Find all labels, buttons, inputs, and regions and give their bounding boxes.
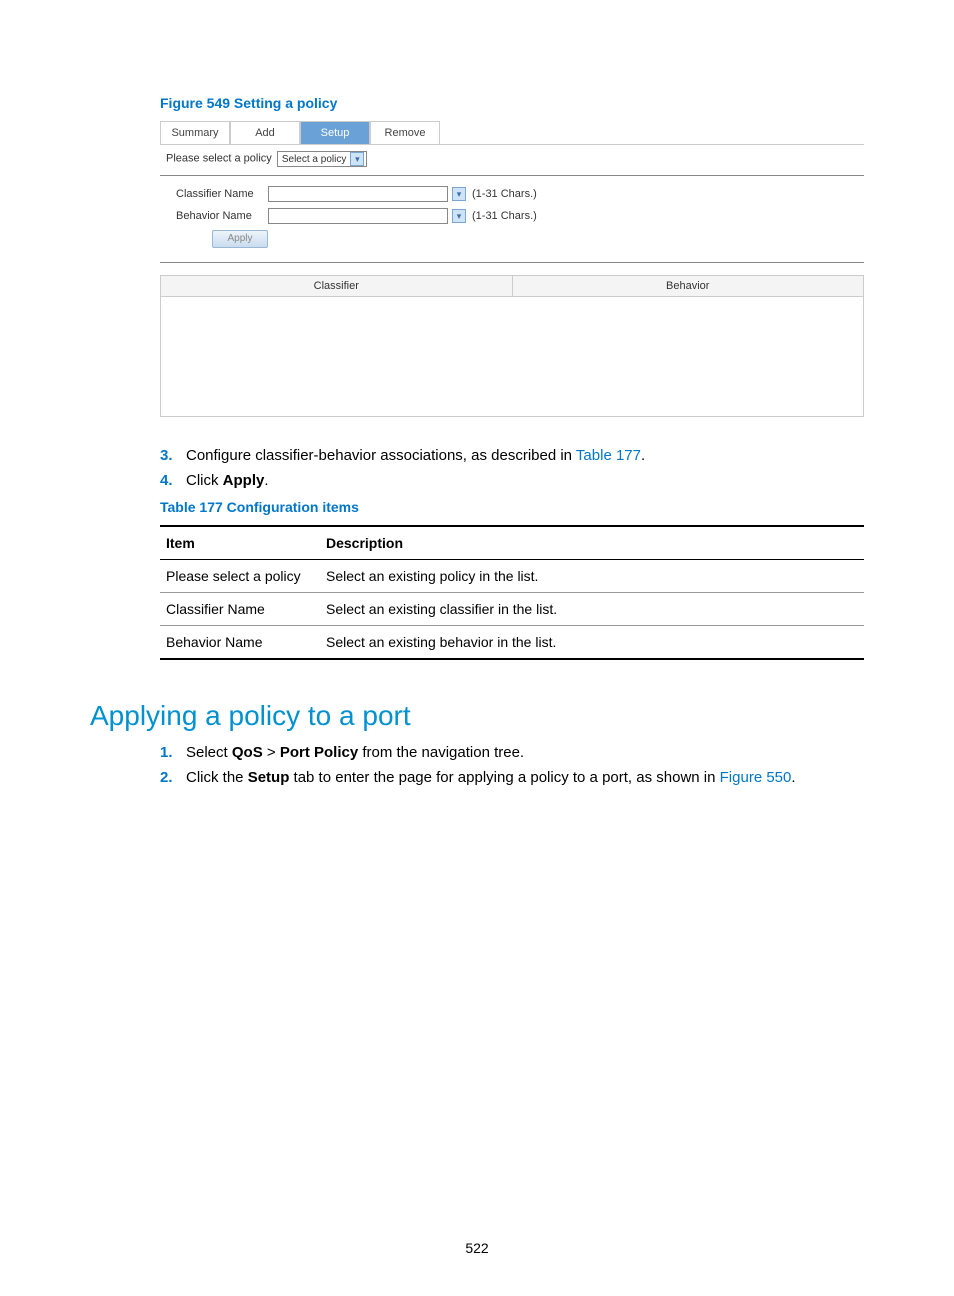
ui-screenshot: Summary Add Setup Remove Please select a… <box>160 121 864 417</box>
link[interactable]: Figure 550 <box>720 769 792 786</box>
link-table-177[interactable]: Table 177 <box>576 447 641 464</box>
step-1: 1. Select QoS > Port Policy from the nav… <box>160 744 864 761</box>
grid-header: Classifier Behavior <box>160 275 864 297</box>
table-caption: Table 177 Configuration items <box>160 499 864 515</box>
classifier-name-label: Classifier Name <box>176 188 268 200</box>
step-number: 1. <box>160 744 186 761</box>
td-item: Classifier Name <box>160 593 320 626</box>
page-number: 522 <box>0 1240 954 1256</box>
classifier-hint: (1-31 Chars.) <box>472 188 537 200</box>
step-2-text: Click the Setup tab to enter the page fo… <box>186 769 864 786</box>
step-number: 4. <box>160 472 186 489</box>
policy-select-value: Select a policy <box>282 154 346 165</box>
chevron-down-icon[interactable]: ▾ <box>452 187 466 201</box>
behavior-name-label: Behavior Name <box>176 210 268 222</box>
tab-summary[interactable]: Summary <box>160 121 230 144</box>
step-3: 3. Configure classifier-behavior associa… <box>160 447 864 464</box>
tab-setup[interactable]: Setup <box>300 121 370 144</box>
bold-text: Port Policy <box>280 744 358 761</box>
section-heading: Applying a policy to a port <box>90 700 864 732</box>
step-text-post: . <box>641 447 645 464</box>
grid-body <box>160 297 864 417</box>
chevron-down-icon[interactable]: ▾ <box>452 209 466 223</box>
step-1-text: Select QoS > Port Policy from the naviga… <box>186 744 864 761</box>
th-item: Item <box>160 526 320 560</box>
policy-select-label: Please select a policy <box>166 153 272 165</box>
tab-remove[interactable]: Remove <box>370 121 440 144</box>
chevron-down-icon: ▾ <box>350 152 364 166</box>
bold-text: QoS <box>232 744 263 761</box>
td-desc: Select an existing classifier in the lis… <box>320 593 864 626</box>
tab-add[interactable]: Add <box>230 121 300 144</box>
apply-button[interactable]: Apply <box>212 230 268 248</box>
th-description: Description <box>320 526 864 560</box>
grid-col-classifier: Classifier <box>161 276 513 296</box>
table-row: Classifier Name Select an existing class… <box>160 593 864 626</box>
behavior-name-input[interactable] <box>268 208 448 224</box>
step-4: 4. Click Apply. <box>160 472 864 489</box>
form-area: Classifier Name ▾ (1-31 Chars.) Behavior… <box>160 175 864 263</box>
step-number: 3. <box>160 447 186 464</box>
grid-col-behavior: Behavior <box>513 276 864 296</box>
td-desc: Select an existing behavior in the list. <box>320 626 864 660</box>
behavior-hint: (1-31 Chars.) <box>472 210 537 222</box>
tab-bar: Summary Add Setup Remove <box>160 121 864 145</box>
apply-label: Apply <box>223 472 265 489</box>
figure-caption: Figure 549 Setting a policy <box>160 95 864 111</box>
td-item: Please select a policy <box>160 560 320 593</box>
step-number: 2. <box>160 769 186 786</box>
table-row: Please select a policy Select an existin… <box>160 560 864 593</box>
classifier-name-input[interactable] <box>268 186 448 202</box>
step-text: Click <box>186 472 223 489</box>
td-item: Behavior Name <box>160 626 320 660</box>
step-text-post: . <box>264 472 268 489</box>
step-text: Configure classifier-behavior associatio… <box>186 447 576 464</box>
table-row: Behavior Name Select an existing behavio… <box>160 626 864 660</box>
td-desc: Select an existing policy in the list. <box>320 560 864 593</box>
config-table: Item Description Please select a policy … <box>160 525 864 660</box>
step-2: 2. Click the Setup tab to enter the page… <box>160 769 864 786</box>
bold-text: Setup <box>248 769 290 786</box>
policy-select[interactable]: Select a policy ▾ <box>277 151 367 167</box>
